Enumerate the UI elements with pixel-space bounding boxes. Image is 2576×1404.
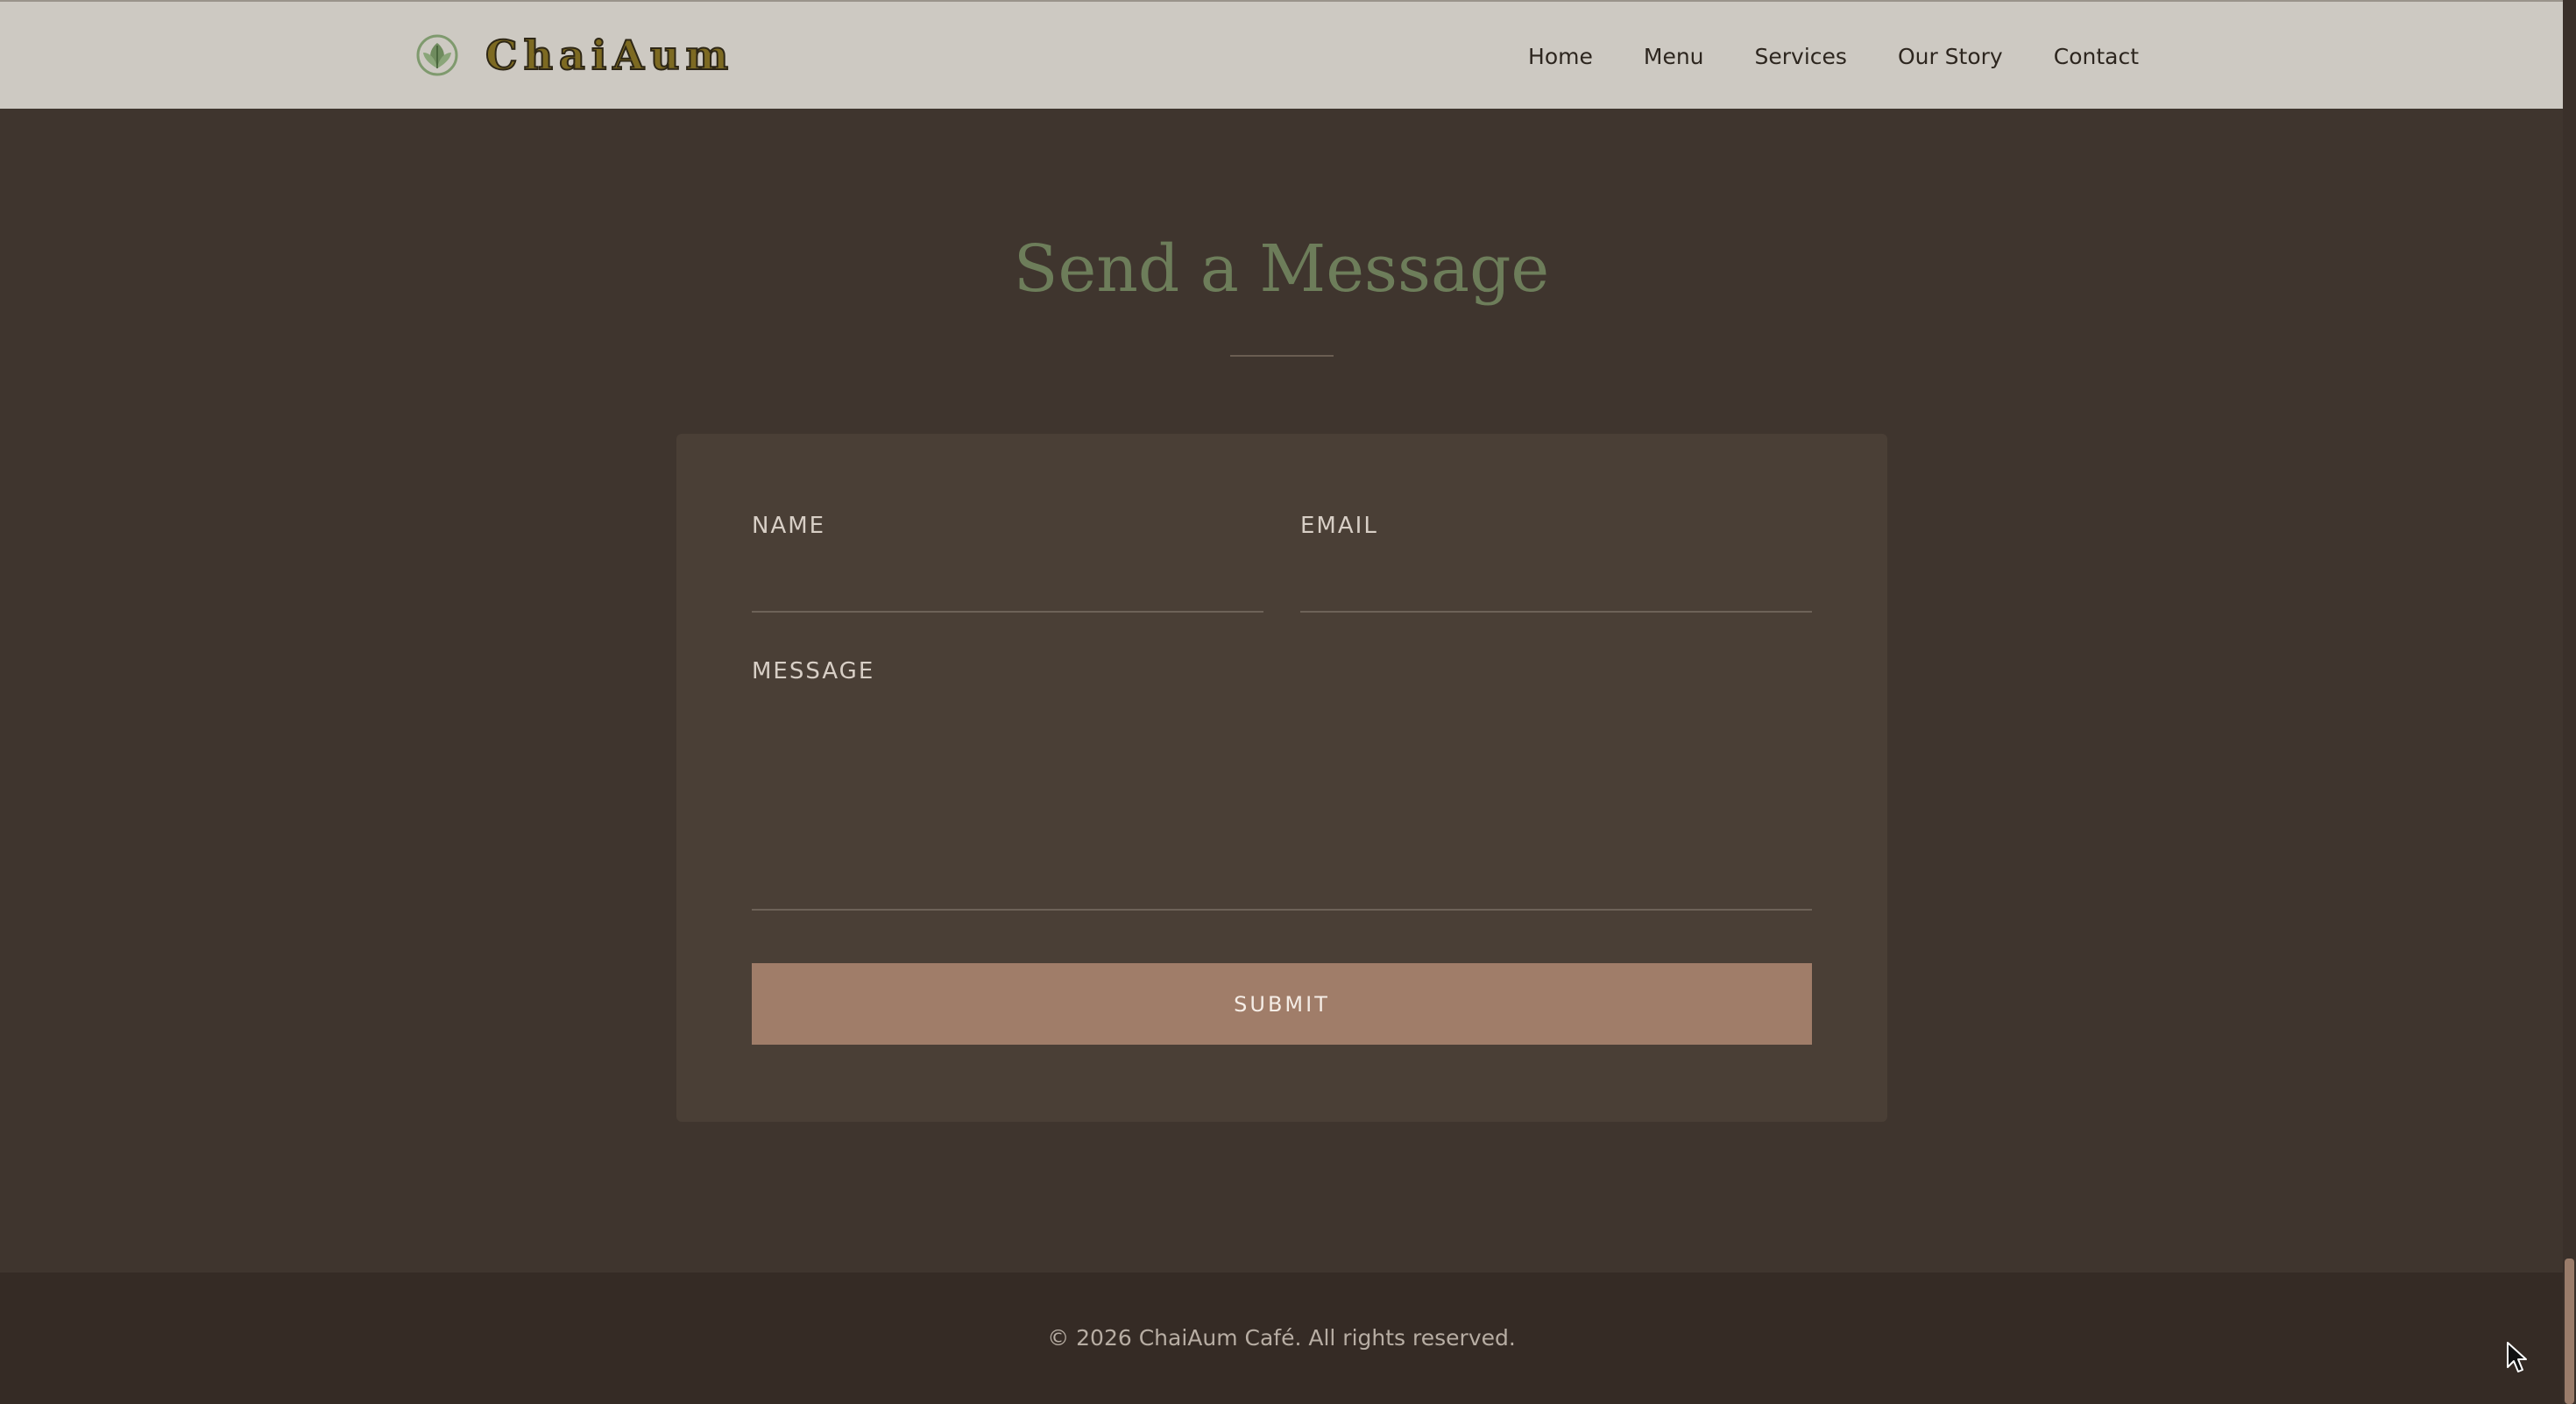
nav-services[interactable]: Services bbox=[1755, 44, 1847, 69]
section-title: Send a Message bbox=[1013, 231, 1550, 307]
contact-form: NAME EMAIL MESSAGE SUBMIT bbox=[676, 434, 1887, 1122]
nav-home[interactable]: Home bbox=[1528, 44, 1593, 69]
footer: © 2026 ChaiAum Café. All rights reserved… bbox=[0, 1273, 2563, 1404]
message-textarea[interactable] bbox=[752, 690, 1812, 911]
email-label: EMAIL bbox=[1300, 513, 1378, 539]
brand-name: ChaiAum bbox=[485, 32, 735, 79]
page: ChaiAum Home Menu Services Our Story Con… bbox=[0, 0, 2576, 1404]
name-label: NAME bbox=[752, 513, 826, 539]
email-input[interactable] bbox=[1300, 539, 1812, 613]
scrollbar-track[interactable] bbox=[2563, 0, 2576, 1404]
main-nav: Home Menu Services Our Story Contact bbox=[1528, 2, 2139, 110]
nav-menu[interactable]: Menu bbox=[1644, 44, 1704, 69]
nav-our-story[interactable]: Our Story bbox=[1898, 44, 2003, 69]
brand-logo[interactable]: ChaiAum bbox=[415, 28, 734, 82]
mouse-pointer-icon bbox=[2507, 1342, 2527, 1372]
name-input[interactable] bbox=[752, 539, 1263, 613]
nav-contact[interactable]: Contact bbox=[2054, 44, 2139, 69]
top-navbar: ChaiAum Home Menu Services Our Story Con… bbox=[0, 0, 2563, 109]
leaf-logo-icon bbox=[416, 34, 458, 76]
title-divider bbox=[1230, 355, 1334, 357]
submit-button[interactable]: SUBMIT bbox=[752, 963, 1812, 1045]
scrollbar-thumb[interactable] bbox=[2565, 1259, 2574, 1404]
footer-copyright: © 2026 ChaiAum Café. All rights reserved… bbox=[1047, 1325, 1516, 1351]
message-label: MESSAGE bbox=[752, 658, 875, 684]
